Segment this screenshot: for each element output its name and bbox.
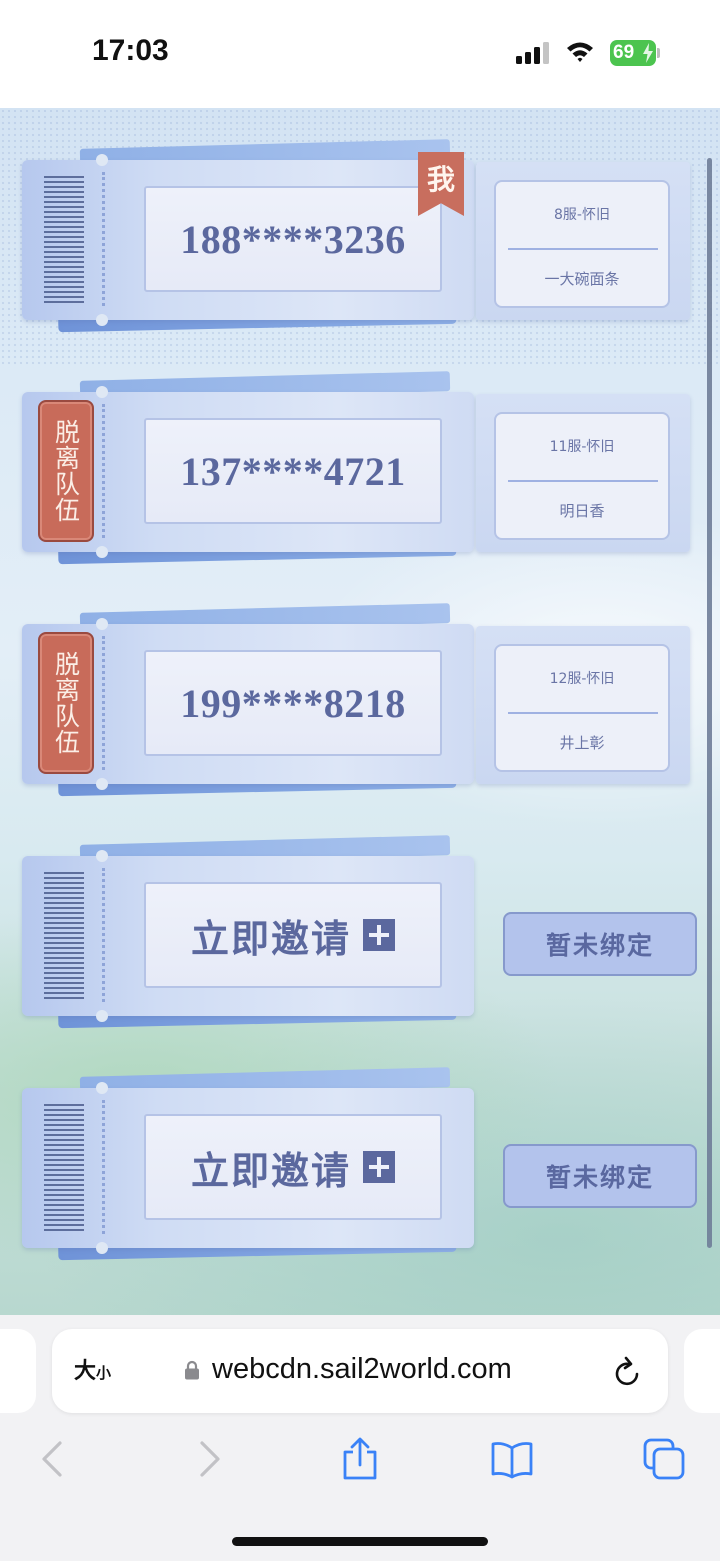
ticket-perforation <box>102 404 105 538</box>
ticket-perforation <box>102 1100 105 1234</box>
unbound-status-button[interactable]: 暂未绑定 <box>503 912 697 976</box>
battery-tip <box>657 48 660 58</box>
member-info-box: 8服-怀旧 一大碗面条 <box>494 180 670 308</box>
member-server: 8服-怀旧 <box>554 207 610 223</box>
back-icon[interactable] <box>32 1437 76 1481</box>
text-size-button[interactable]: 大小 <box>74 1353 111 1385</box>
member-phone-box: 199****8218 <box>144 650 442 756</box>
ticket-notch <box>96 1082 108 1094</box>
ticket-perforation <box>102 636 105 770</box>
leave-team-label: 脱离队伍 <box>51 419 81 523</box>
charging-bolt-icon <box>643 43 653 63</box>
previous-tab-peek[interactable] <box>0 1329 36 1413</box>
battery-icon: 69 <box>610 40 656 66</box>
member-ticket: 199****8218 12服-怀旧 井上彰 脱离队伍 <box>0 603 720 812</box>
member-ticket: 188****3236 8服-怀旧 一大碗面条 我 <box>0 139 720 348</box>
url-text: webcdn.sail2world.com <box>212 1353 512 1385</box>
member-phone-box: 137****4721 <box>144 418 442 524</box>
ticket-notch <box>96 778 108 790</box>
team-page: 188****3236 8服-怀旧 一大碗面条 我 137****4721 11… <box>0 108 720 1315</box>
ticket-notch <box>96 1242 108 1254</box>
battery-level: 69 <box>613 42 635 63</box>
divider <box>508 712 658 714</box>
forward-icon[interactable] <box>186 1437 230 1481</box>
member-info-box: 12服-怀旧 井上彰 <box>494 644 670 772</box>
ticket-perforation <box>102 868 105 1002</box>
browser-toolbar: 大小 webcdn.sail2world.com <box>0 1315 720 1561</box>
unbound-status-button[interactable]: 暂未绑定 <box>503 1144 697 1208</box>
leave-team-button[interactable]: 脱离队伍 <box>38 400 94 542</box>
status-time: 17:03 <box>92 34 169 67</box>
signal-icon <box>516 42 549 64</box>
invite-button[interactable]: 立即邀请 <box>144 1114 442 1220</box>
ticket-notch <box>96 314 108 326</box>
leave-team-button[interactable]: 脱离队伍 <box>38 632 94 774</box>
ticket-perforation <box>102 172 105 306</box>
ticket-notch <box>96 154 108 166</box>
home-indicator[interactable] <box>232 1537 488 1546</box>
plus-icon <box>363 1151 395 1183</box>
bookmarks-icon[interactable] <box>490 1437 534 1481</box>
share-icon[interactable] <box>338 1437 382 1481</box>
ticket-notch <box>96 1010 108 1022</box>
member-phone-box: 188****3236 <box>144 186 442 292</box>
plus-icon <box>363 919 395 951</box>
member-ticket: 137****4721 11服-怀旧 明日香 脱离队伍 <box>0 371 720 580</box>
ticket-notch <box>96 850 108 862</box>
divider <box>508 248 658 250</box>
member-name: 一大碗面条 <box>544 270 620 288</box>
empty-slot-ticket: 立即邀请 暂未绑定 <box>0 1067 720 1276</box>
wifi-icon <box>567 42 593 62</box>
text-size-big: 大 <box>74 1359 97 1384</box>
member-info-box: 11服-怀旧 明日香 <box>494 412 670 540</box>
empty-slot-ticket: 立即邀请 暂未绑定 <box>0 835 720 1044</box>
member-phone: 137****4721 <box>180 448 406 494</box>
tabs-icon[interactable] <box>642 1437 686 1481</box>
ticket-notch <box>96 546 108 558</box>
scrollbar[interactable] <box>707 158 712 1248</box>
reload-icon[interactable] <box>613 1355 643 1387</box>
ticket-notch <box>96 386 108 398</box>
barcode-icon <box>44 176 84 306</box>
member-phone: 188****3236 <box>180 216 406 262</box>
member-phone: 199****8218 <box>180 680 406 726</box>
divider <box>508 480 658 482</box>
leave-team-label: 脱离队伍 <box>51 651 81 755</box>
invite-label: 立即邀请 <box>190 1147 351 1193</box>
invite-label: 立即邀请 <box>190 915 351 961</box>
status-bar: 17:03 69 <box>0 0 720 108</box>
member-server: 11服-怀旧 <box>549 439 615 455</box>
barcode-icon <box>44 872 84 1002</box>
next-tab-peek[interactable] <box>684 1329 720 1413</box>
member-name: 井上彰 <box>559 734 605 752</box>
barcode-icon <box>44 1104 84 1234</box>
member-server: 12服-怀旧 <box>549 671 615 687</box>
invite-button[interactable]: 立即邀请 <box>144 882 442 988</box>
lock-icon <box>185 1360 199 1380</box>
member-name: 明日香 <box>559 502 605 520</box>
address-bar[interactable]: 大小 webcdn.sail2world.com <box>52 1329 668 1413</box>
ticket-notch <box>96 618 108 630</box>
text-size-small: 小 <box>96 1364 112 1382</box>
